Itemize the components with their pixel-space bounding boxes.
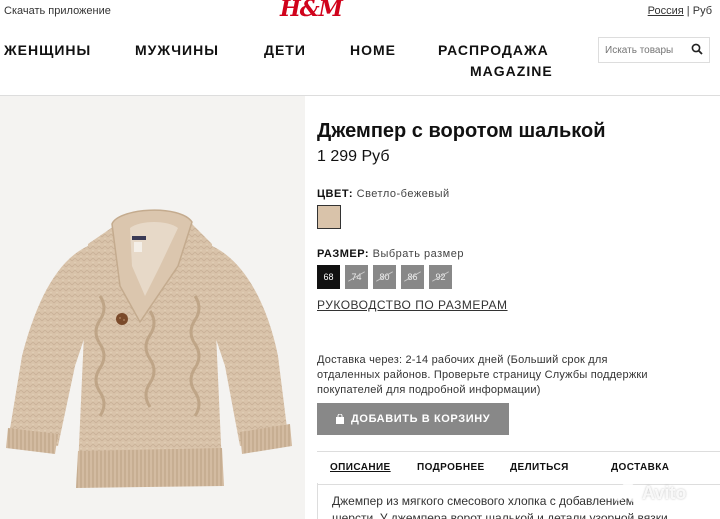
size-option-68[interactable]: 68 (317, 265, 340, 289)
shopping-bag-icon (335, 413, 345, 427)
region-selector[interactable]: Россия | Руб (648, 5, 712, 17)
avito-logo-icon (613, 482, 638, 502)
size-row: РАЗМЕР: Выбрать размер (317, 248, 464, 260)
nav-item-women[interactable]: ЖЕНЩИНЫ (4, 40, 91, 60)
tab-share[interactable]: ДЕЛИТЬСЯ (510, 462, 569, 473)
top-bar: Скачать приложение H&M Россия | Руб (0, 0, 720, 26)
download-app-link[interactable]: Скачать приложение (4, 5, 111, 17)
size-option-80[interactable]: 80 (373, 265, 396, 289)
color-value: Светло-бежевый (356, 188, 450, 200)
sweater-illustration (6, 209, 292, 488)
nav-item-home[interactable]: HOME (350, 40, 396, 60)
add-to-cart-button[interactable]: ДОБАВИТЬ В КОРЗИНУ (317, 403, 509, 435)
size-hint: Выбрать размер (372, 248, 464, 260)
color-row: ЦВЕТ: Светло-бежевый (317, 188, 450, 200)
watermark-text: Avito (642, 483, 687, 503)
description-line: шерсти. У джемпера ворот шалькой и детал… (332, 511, 668, 519)
nav-item-magazine[interactable]: MAGAZINE (470, 61, 553, 81)
delivery-info: Доставка через: 2-14 рабочих дней (Больш… (317, 353, 707, 398)
delivery-line: покупателей для подробной информации) (317, 384, 541, 396)
color-swatch[interactable] (317, 205, 341, 229)
search-input[interactable] (599, 38, 697, 62)
tab-delivery[interactable]: ДОСТАВКА (611, 462, 669, 473)
tab-details[interactable]: ПОДРОБНЕЕ (417, 462, 485, 473)
tab-description[interactable]: ОПИСАНИЕ (330, 462, 391, 473)
add-to-cart-label: ДОБАВИТЬ В КОРЗИНУ (351, 413, 491, 425)
size-option-86[interactable]: 86 (401, 265, 424, 289)
currency-label[interactable]: Руб (693, 5, 712, 17)
nav-item-men[interactable]: МУЖЧИНЫ (135, 40, 219, 60)
search-box (598, 37, 710, 63)
product-title: Джемпер с воротом шалькой (317, 120, 606, 142)
size-option-74[interactable]: 74 (345, 265, 368, 289)
country-link[interactable]: Россия (648, 5, 684, 17)
delivery-line: Доставка через: 2-14 рабочих дней (Больш… (317, 354, 608, 366)
size-label: РАЗМЕР: (317, 248, 370, 260)
nav-item-sale[interactable]: РАСПРОДАЖА (438, 40, 549, 60)
color-label: ЦВЕТ: (317, 188, 354, 200)
product-price: 1 299 Руб (317, 148, 390, 165)
product-image[interactable] (0, 96, 305, 519)
size-option-92[interactable]: 92 (429, 265, 452, 289)
hm-logo[interactable]: H&M (280, 0, 343, 22)
size-guide-link[interactable]: РУКОВОДСТВО ПО РАЗМЕРАМ (317, 298, 508, 312)
search-icon[interactable] (691, 43, 703, 58)
delivery-line: отдаленных районов. Проверьте страницу С… (317, 369, 648, 381)
avito-watermark: Avito (612, 476, 720, 510)
nav-item-kids[interactable]: ДЕТИ (264, 40, 306, 60)
